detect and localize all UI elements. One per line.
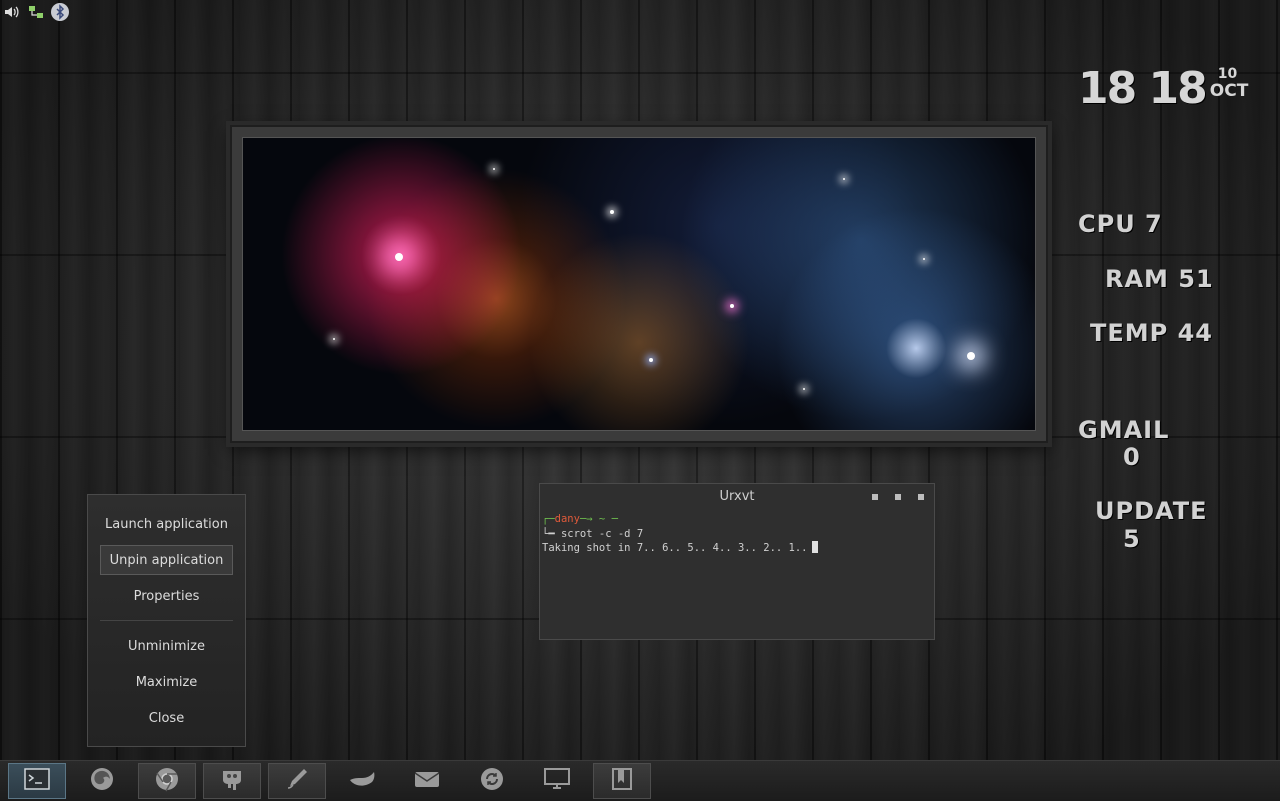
desktop-clock-widget: 18 18 10 OCT xyxy=(1078,66,1248,112)
terminal-window[interactable]: Urxvt ┌─dany─→ ~ ─ └━ scrot -c -d 7 Taki… xyxy=(539,483,935,640)
wallpaper-frame xyxy=(230,125,1048,443)
system-tray xyxy=(0,0,70,24)
taskbar-item-inkscape[interactable] xyxy=(268,763,326,799)
command-line: └━ scrot -c -d 7 xyxy=(542,527,644,540)
ram-stat: RAM 51 xyxy=(1105,265,1214,293)
taskbar-item-update-manager[interactable] xyxy=(463,763,521,799)
terminal-titlebar[interactable]: Urxvt xyxy=(540,484,934,510)
chrome-icon xyxy=(154,766,180,796)
menu-item-close[interactable]: Close xyxy=(100,704,233,734)
menu-separator xyxy=(100,620,233,621)
clock-month: OCT xyxy=(1209,81,1249,101)
volume-icon[interactable] xyxy=(2,2,22,22)
terminal-icon xyxy=(24,768,50,794)
menu-item-unpin-application[interactable]: Unpin application xyxy=(100,545,233,575)
pen-icon xyxy=(284,766,310,796)
prompt-line: ┌─dany─→ ~ ─ xyxy=(542,513,618,525)
terminal-title: Urxvt xyxy=(719,489,755,504)
clock-time: 18 18 xyxy=(1078,63,1208,114)
minimize-button[interactable] xyxy=(872,494,878,500)
temp-stat: TEMP 44 xyxy=(1090,319,1213,347)
book-icon xyxy=(609,766,635,796)
terminal-cursor xyxy=(811,541,818,553)
taskbar-item-mail[interactable] xyxy=(398,763,456,799)
maximize-button[interactable] xyxy=(895,494,901,500)
menu-item-launch-application[interactable]: Launch application xyxy=(100,510,233,540)
taskbar-item-chrome[interactable] xyxy=(138,763,196,799)
gmail-count: 0 xyxy=(1123,443,1141,471)
network-icon[interactable] xyxy=(26,2,46,22)
taskbar-item-gimp[interactable] xyxy=(203,763,261,799)
bluetooth-icon[interactable] xyxy=(50,2,70,22)
update-count: 5 xyxy=(1123,525,1141,553)
taskbar xyxy=(0,760,1280,801)
cpu-stat: CPU 7 xyxy=(1078,210,1163,238)
bird-icon xyxy=(348,768,376,794)
terminal-command: scrot -c -d 7 xyxy=(560,527,644,540)
taskbar-item-thunderbird[interactable] xyxy=(333,763,391,799)
gimp-icon xyxy=(219,766,245,796)
window-controls xyxy=(872,484,924,510)
space-nebula-image xyxy=(242,137,1036,431)
update-label: UPDATE xyxy=(1095,497,1208,525)
taskbar-item-reader[interactable] xyxy=(593,763,651,799)
monitor-icon xyxy=(543,767,571,795)
clock-date: 10 OCT xyxy=(1210,66,1249,100)
taskbar-item-firefox[interactable] xyxy=(73,763,131,799)
menu-item-unminimize[interactable]: Unminimize xyxy=(100,632,233,662)
mail-icon xyxy=(413,769,441,793)
terminal-output-text: Taking shot in 7.. 6.. 5.. 4.. 3.. 2.. 1… xyxy=(542,542,808,554)
close-button[interactable] xyxy=(918,494,924,500)
update-icon xyxy=(479,766,505,796)
output-line: Taking shot in 7.. 6.. 5.. 4.. 3.. 2.. 1… xyxy=(542,541,932,556)
menu-item-properties[interactable]: Properties xyxy=(100,582,233,612)
prompt-user: dany xyxy=(554,513,580,525)
taskbar-item-terminal[interactable] xyxy=(8,763,66,799)
gmail-label: GMAIL xyxy=(1078,416,1170,444)
menu-item-maximize[interactable]: Maximize xyxy=(100,668,233,698)
taskbar-item-display[interactable] xyxy=(528,763,586,799)
taskbar-context-menu: Launch application Unpin application Pro… xyxy=(87,494,246,747)
firefox-icon xyxy=(89,766,115,796)
terminal-output[interactable]: ┌─dany─→ ~ ─ └━ scrot -c -d 7 Taking sho… xyxy=(540,510,934,558)
